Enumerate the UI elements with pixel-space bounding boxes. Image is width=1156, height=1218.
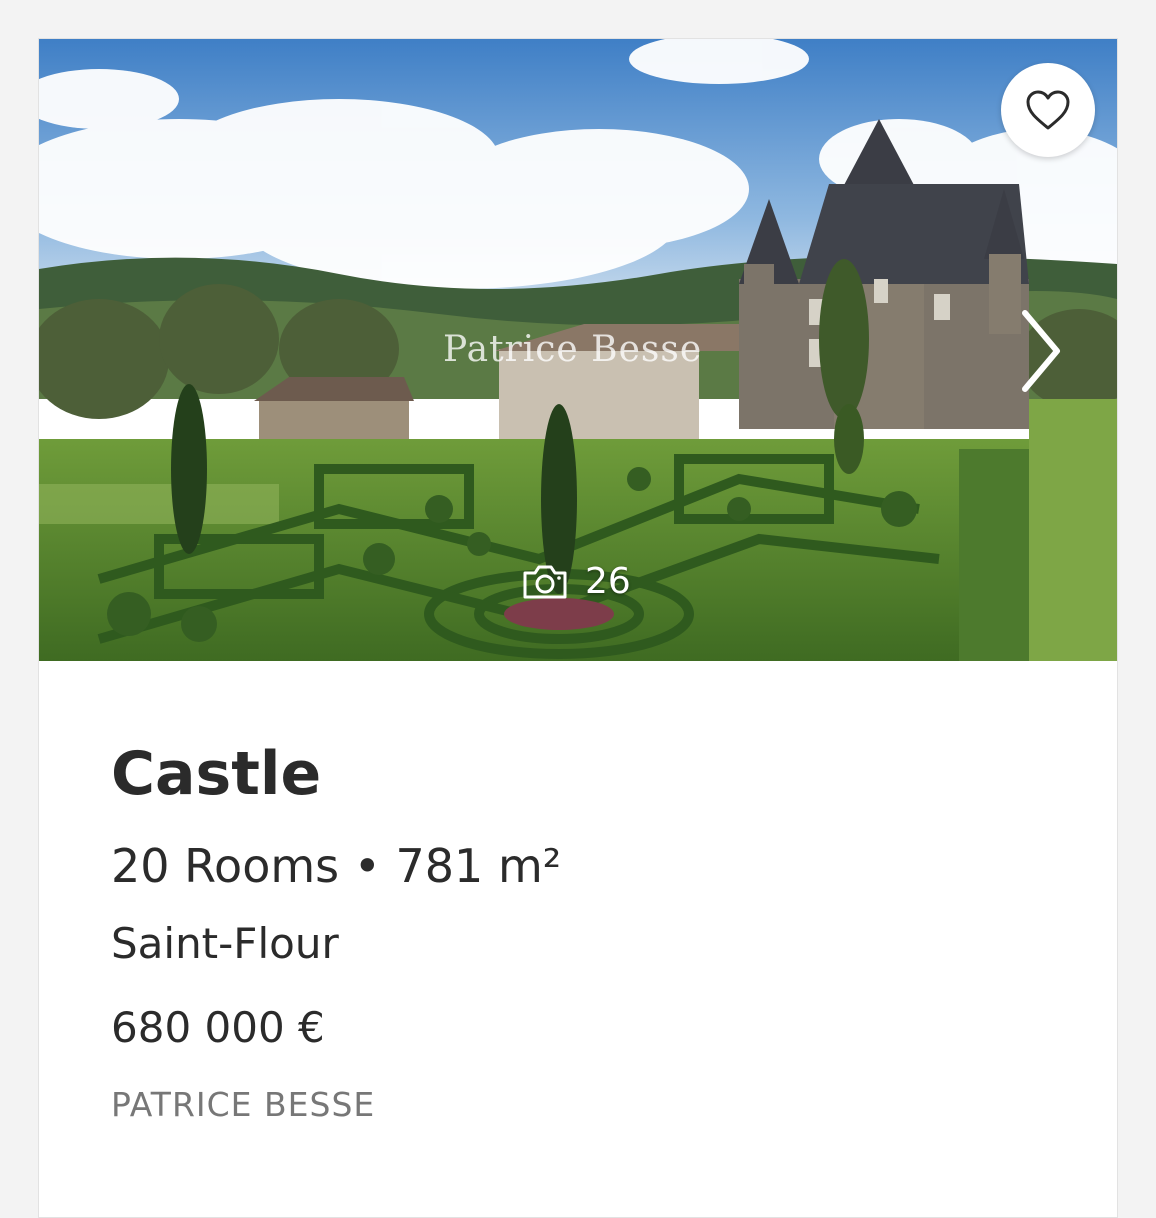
- heart-outline-icon: [1026, 90, 1070, 130]
- photo-count: 26: [585, 561, 631, 602]
- rooms-count: 20 Rooms: [111, 839, 340, 893]
- listing-price: 680 000 €: [111, 1003, 325, 1052]
- chevron-right-icon: [1022, 310, 1060, 392]
- agency-name: PATRICE BESSE: [111, 1085, 376, 1124]
- photo-count-badge: 26: [521, 561, 631, 602]
- listing-specs: 20 Rooms • 781 m²: [111, 839, 561, 893]
- listing-card[interactable]: Patrice Besse 26 Castle 20 Rooms • 781 m: [38, 38, 1118, 1218]
- favorite-button[interactable]: [1001, 63, 1095, 157]
- living-area: 781 m²: [395, 839, 562, 893]
- spec-separator: •: [353, 839, 381, 893]
- listing-location: Saint-Flour: [111, 919, 339, 968]
- next-photo-button[interactable]: [1011, 301, 1071, 401]
- listing-photo[interactable]: Patrice Besse 26: [39, 39, 1117, 661]
- photo-watermark: Patrice Besse: [443, 329, 703, 370]
- camera-icon: [523, 565, 567, 598]
- listing-title[interactable]: Castle: [111, 739, 321, 809]
